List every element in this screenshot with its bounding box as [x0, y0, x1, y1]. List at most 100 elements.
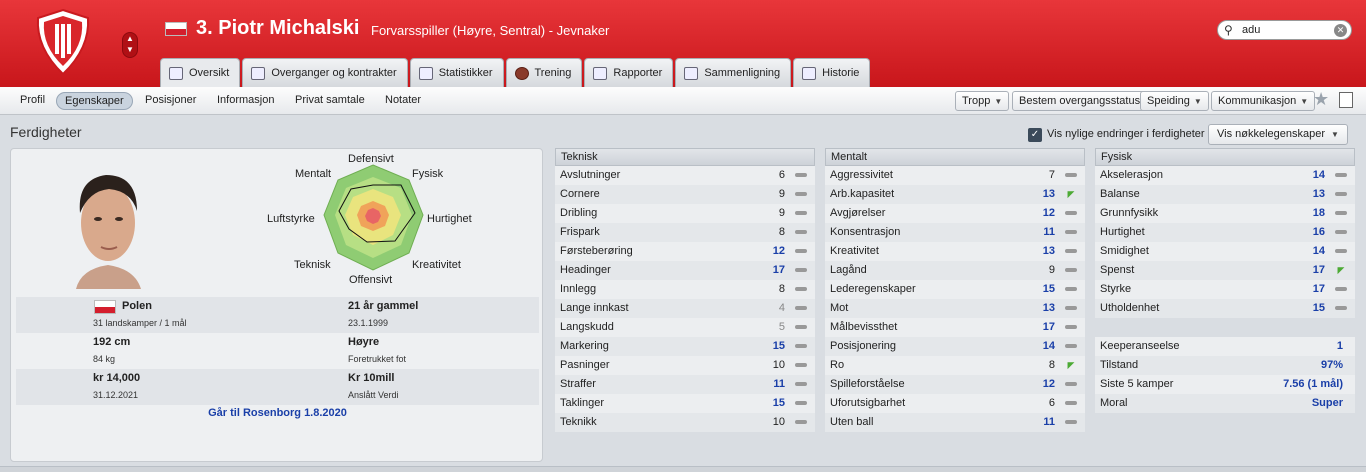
attribute-row[interactable]: Headinger 17: [555, 261, 815, 280]
trend-flat-icon: [1065, 170, 1077, 180]
attribute-row[interactable]: Balanse 13: [1095, 185, 1355, 204]
attribute-row[interactable]: Teknikk 10: [555, 413, 815, 432]
info-row: Keeperanseelse 1: [1095, 337, 1355, 356]
attribute-row[interactable]: Posisjonering 14: [825, 337, 1085, 356]
attribute-row[interactable]: Markering 15: [555, 337, 815, 356]
subnav-informasjon[interactable]: Informasjon: [209, 92, 282, 108]
star-icon[interactable]: ★: [1313, 89, 1329, 110]
attribute-row[interactable]: Styrke 17: [1095, 280, 1355, 299]
club-crest-icon[interactable]: [34, 8, 92, 76]
info-row-contract: kr 14,000 31.12.2021 Kr 10mill Anslått V…: [16, 369, 539, 405]
attribute-value: 9: [1048, 264, 1055, 276]
attribute-row[interactable]: Kreativitet 13: [825, 242, 1085, 261]
attribute-row[interactable]: Lange innkast 4: [555, 299, 815, 318]
attribute-value: 11: [1043, 226, 1055, 238]
attribute-value: 10: [772, 359, 785, 371]
tab-statistikker[interactable]: Statistikker: [409, 58, 504, 87]
subnav-egenskaper[interactable]: Egenskaper: [56, 92, 133, 110]
attribute-row[interactable]: Smidighet 14: [1095, 242, 1355, 261]
subnav-profil[interactable]: Profil: [12, 92, 53, 108]
attribute-row[interactable]: Konsentrasjon 11: [825, 223, 1085, 242]
attribute-row[interactable]: Arb.kapasitet 13 ◤: [825, 185, 1085, 204]
search-input[interactable]: ⚲ adu ✕: [1217, 20, 1352, 40]
attribute-row[interactable]: Taklinger 15: [555, 394, 815, 413]
transfer-status-button[interactable]: Bestem overgangsstatus: [1012, 91, 1148, 111]
attribute-row[interactable]: Spilleforståelse 12: [825, 375, 1085, 394]
attribute-row[interactable]: Hurtighet 16: [1095, 223, 1355, 242]
attribute-value: 14: [1042, 340, 1055, 352]
info-value: Super: [1311, 397, 1343, 409]
document-icon: [251, 66, 266, 80]
attribute-row[interactable]: Uforutsigbarhet 6: [825, 394, 1085, 413]
attribute-row[interactable]: Aggressivitet 7: [825, 166, 1085, 185]
subnav-posisjoner[interactable]: Posisjoner: [137, 92, 204, 108]
attribute-row[interactable]: Uten ball 11: [825, 413, 1085, 432]
trend-flat-icon: [795, 246, 807, 256]
chevron-down-icon: ▼: [1193, 97, 1202, 106]
tab-label: Statistikker: [438, 67, 493, 79]
attribute-value: 10: [772, 416, 785, 428]
attribute-value: 15: [1312, 302, 1325, 314]
attribute-name: Avslutninger: [560, 169, 621, 181]
attribute-row[interactable]: Akselerasjon 14: [1095, 166, 1355, 185]
info-row: Siste 5 kamper 7.56 (1 mål): [1095, 375, 1355, 394]
attribute-row[interactable]: Innlegg 8: [555, 280, 815, 299]
trend-flat-icon: [1065, 246, 1077, 256]
ball-icon: [514, 66, 529, 80]
attribute-row[interactable]: Førsteberøring 12: [555, 242, 815, 261]
attribute-row[interactable]: Pasninger 10: [555, 356, 815, 375]
attribute-name: Lederegenskaper: [830, 283, 916, 295]
radar-label-kreativitet: Kreativitet: [412, 259, 461, 271]
transfer-link[interactable]: Går til Rosenborg 1.8.2020: [11, 407, 544, 419]
attribute-row[interactable]: Straffer 11: [555, 375, 815, 394]
attribute-row[interactable]: Lagånd 9: [825, 261, 1085, 280]
key-attributes-dropdown[interactable]: Vis nøkkelegenskaper ▼: [1208, 124, 1348, 145]
attribute-row[interactable]: Avgjørelser 12: [825, 204, 1085, 223]
attribute-row[interactable]: Målbevissthet 17: [825, 318, 1085, 337]
attribute-row[interactable]: Grunnfysikk 18: [1095, 204, 1355, 223]
attribute-row[interactable]: Frispark 8: [555, 223, 815, 242]
trend-flat-icon: [1335, 246, 1347, 256]
show-changes-checkbox[interactable]: ✓: [1028, 128, 1042, 142]
trend-flat-icon: [795, 265, 807, 275]
attribute-value: 8: [778, 226, 785, 238]
subnav-notater[interactable]: Notater: [377, 92, 429, 108]
attribute-row[interactable]: Lederegenskaper 15: [825, 280, 1085, 299]
clear-search-icon[interactable]: ✕: [1334, 24, 1347, 37]
attribute-row[interactable]: Avslutninger 6: [555, 166, 815, 185]
attribute-row[interactable]: Ro 8 ◤: [825, 356, 1085, 375]
nation[interactable]: Polen: [122, 300, 152, 312]
attribute-name: Posisjonering: [830, 340, 897, 352]
kommunikasjon-dropdown[interactable]: Kommunikasjon ▼: [1211, 91, 1316, 111]
tab-rapporter[interactable]: Rapporter: [584, 58, 674, 87]
trend-flat-icon: [795, 360, 807, 370]
tab-oversikt[interactable]: Oversikt: [160, 58, 241, 87]
attribute-row[interactable]: Mot 13: [825, 299, 1085, 318]
info-name: Tilstand: [1100, 359, 1139, 371]
attribute-name: Cornere: [560, 188, 600, 200]
attribute-value: 11: [1043, 416, 1055, 428]
info-value: 7.56 (1 mål): [1283, 378, 1343, 390]
attribute-row[interactable]: Utholdenhet 15: [1095, 299, 1355, 318]
attribute-value: 6: [1048, 397, 1055, 409]
trend-flat-icon: [1335, 170, 1347, 180]
tab-overganger[interactable]: Overganger og kontrakter: [242, 58, 408, 87]
attribute-name: Spilleforståelse: [830, 378, 905, 390]
subnav-privat-samtale[interactable]: Privat samtale: [287, 92, 373, 108]
info-value: 97%: [1320, 359, 1343, 371]
tropp-dropdown[interactable]: Tropp ▼: [955, 91, 1010, 111]
attribute-row[interactable]: Dribling 9: [555, 204, 815, 223]
speiding-dropdown[interactable]: Speiding ▼: [1140, 91, 1209, 111]
attribute-row[interactable]: Langskudd 5: [555, 318, 815, 337]
player-navigation-arrows[interactable]: ▲ ▼: [122, 32, 138, 58]
attribute-row[interactable]: Spenst 17 ◤: [1095, 261, 1355, 280]
attribute-name: Aggressivitet: [830, 169, 893, 181]
trend-flat-icon: [795, 341, 807, 351]
tab-trening[interactable]: Trening: [505, 58, 583, 87]
tab-historie[interactable]: Historie: [793, 58, 871, 87]
add-note-icon[interactable]: [1339, 92, 1353, 108]
attribute-value: 12: [772, 245, 785, 257]
attribute-row[interactable]: Cornere 9: [555, 185, 815, 204]
tab-sammenligning[interactable]: Sammenligning: [675, 58, 792, 87]
player-profile-panel: Defensivt Mentalt Fysisk Luftstyrke Hurt…: [10, 148, 543, 462]
